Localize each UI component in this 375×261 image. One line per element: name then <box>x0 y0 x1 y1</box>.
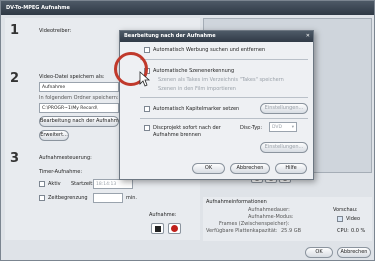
folder-path-input[interactable]: C:\PROGR~1\My Record\ <box>39 103 119 113</box>
footer-ok-button[interactable]: OK <box>305 247 333 258</box>
divider-2 <box>140 97 308 98</box>
cpu-label: CPU: <box>337 228 349 234</box>
dialog-ok-button[interactable]: OK <box>192 163 225 174</box>
dialog-help-button[interactable]: Hilfe <box>275 163 307 174</box>
burn-label-line1: Discprojekt sofort nach der <box>153 125 221 131</box>
advanced-button[interactable]: Erweitert... <box>39 130 69 141</box>
timer-label: Timer-Aufnahme: <box>39 169 83 175</box>
time-limit-input[interactable] <box>93 193 123 203</box>
preview-label: Vorschau: <box>333 207 358 213</box>
disk-value: 25.9 GB <box>281 228 302 234</box>
filename-input[interactable]: Aufnahme <box>39 82 119 92</box>
chevron-down-icon: ▾ <box>291 125 294 130</box>
burn-settings-button[interactable]: Einstellungen... <box>260 142 308 153</box>
cpu-value: 0.0 % <box>351 228 366 234</box>
time-limit-label: Zeitbegrenzung <box>48 195 88 201</box>
ads-label: Automatisch Werbung suchen und entfernen <box>153 47 266 53</box>
timer-active-checkbox[interactable] <box>39 181 45 187</box>
start-time-input[interactable]: 18:14:13 <box>93 179 133 189</box>
scene-import-option[interactable]: Szenen in den Film importieren <box>158 86 236 92</box>
burn-checkbox[interactable] <box>144 125 150 131</box>
dialog-close-icon[interactable]: ✕ <box>306 31 310 42</box>
minutes-label: min. <box>126 195 138 201</box>
disc-type-label: Disc-Typ: <box>240 125 263 131</box>
footer-cancel-button[interactable]: Abbrechen <box>337 247 371 258</box>
post-edit-dialog: Bearbeitung nach der Aufnahme ✕ Automati… <box>119 30 314 180</box>
post-edit-button[interactable]: Bearbeitung nach der Aufnahme <box>39 116 122 127</box>
device-label: Videotreiber: <box>39 28 72 34</box>
window-title: DV-To-MPEG Aufnahme <box>1 1 374 15</box>
disc-type-select[interactable]: DVD ▾ <box>269 122 297 132</box>
step-1-number: 1 <box>10 23 20 38</box>
dialog-cancel-button[interactable]: Abbrechen <box>230 163 270 174</box>
chapter-settings-button[interactable]: Einstellungen... <box>260 103 308 114</box>
burn-label-line2: Aufnahme brennen <box>153 132 202 138</box>
folder-label: In folgendem Ordner speichern: <box>39 95 119 101</box>
save-as-label: Video-Datei speichern als: <box>39 74 105 80</box>
record-label: Aufnahme: <box>149 212 177 218</box>
record-icon <box>171 225 178 232</box>
divider-3 <box>140 118 308 119</box>
timer-active-label: Aktiv <box>48 181 61 187</box>
video-label: Video <box>346 216 361 222</box>
stop-icon <box>154 226 161 232</box>
start-time-label: Startzeit: <box>71 181 94 187</box>
stop-button[interactable] <box>151 223 164 234</box>
scene-takes-option[interactable]: Szenen als Takes im Verzeichnis "Takes" … <box>158 77 284 83</box>
record-button[interactable] <box>168 223 181 234</box>
scene-label: Automatische Szenenerkennung <box>153 68 235 74</box>
frames-label: Frames (Zwischenspeicher): <box>219 221 290 227</box>
mode-label: Aufnahme-Modus: <box>248 214 294 220</box>
time-limit-checkbox[interactable] <box>39 195 45 201</box>
disc-type-value: DVD <box>272 125 282 130</box>
duration-label: Aufnahmedauer: <box>248 207 290 213</box>
video-checkbox[interactable] <box>337 216 343 222</box>
step-2-number: 2 <box>10 71 20 86</box>
divider-1 <box>140 59 308 60</box>
mouse-cursor-icon <box>139 71 151 87</box>
disk-label: Verfügbare Plattenkapazität: <box>206 228 278 234</box>
record-control-label: Aufnahmesteuerung: <box>39 155 92 161</box>
ads-checkbox[interactable] <box>144 47 150 53</box>
chapter-label: Automatisch Kapitelmarker setzen <box>153 106 240 112</box>
info-title: Aufnahmeinformationen <box>206 199 267 205</box>
step-3-number: 3 <box>10 151 20 166</box>
chapter-checkbox[interactable] <box>144 106 150 112</box>
dialog-title: Bearbeitung nach der Aufnahme <box>120 31 313 42</box>
main-window: DV-To-MPEG Aufnahme 1 Videotreiber: 2 Vi… <box>0 0 375 261</box>
